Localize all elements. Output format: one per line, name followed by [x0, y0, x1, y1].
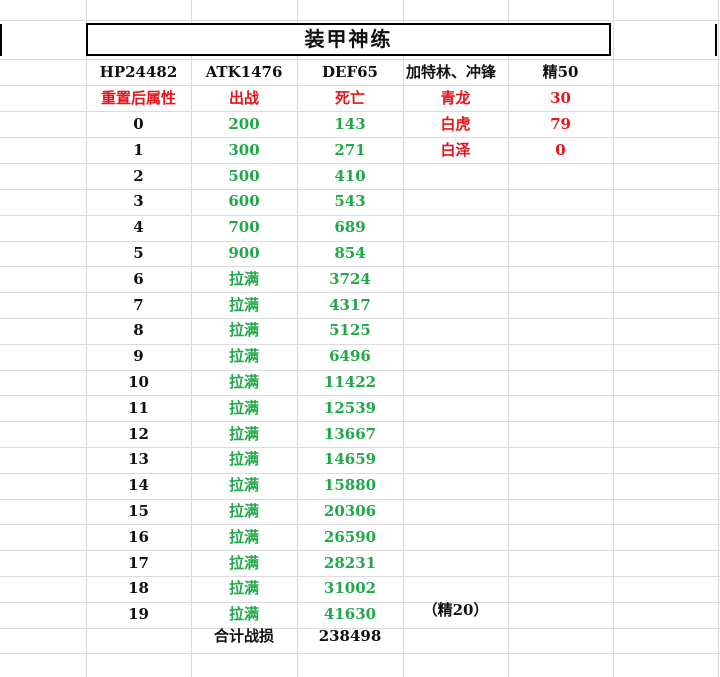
sortie-cell[interactable]: 拉满 [191, 576, 297, 601]
sortie-cell[interactable]: 拉满 [191, 473, 297, 498]
skill-cell[interactable]: 加特林、冲锋 [406, 60, 508, 85]
level-cell[interactable]: 8 [86, 318, 191, 343]
atk-cell[interactable]: ATK1476 [191, 60, 297, 85]
level-cell[interactable]: 17 [86, 551, 191, 576]
death-cell[interactable]: 13667 [297, 422, 403, 447]
sheet-title[interactable]: 装甲神练 [86, 23, 611, 56]
death-cell[interactable]: 410 [297, 164, 403, 189]
hp-cell[interactable]: HP24482 [86, 60, 191, 85]
level-cell[interactable]: 1 [86, 138, 191, 163]
sortie-cell[interactable]: 拉满 [191, 422, 297, 447]
reset-attr-label[interactable]: 重置后属性 [86, 86, 191, 111]
sortie-cell[interactable]: 200 [191, 112, 297, 137]
death-cell[interactable]: 31002 [297, 576, 403, 601]
baihu-value[interactable]: 79 [508, 112, 613, 137]
baize-value[interactable]: 0 [508, 138, 613, 163]
def-cell[interactable]: DEF65 [297, 60, 403, 85]
level-cell[interactable]: 6 [86, 267, 191, 292]
essence-cell[interactable]: 精50 [508, 60, 613, 85]
level-cell[interactable]: 0 [86, 112, 191, 137]
death-cell[interactable]: 11422 [297, 370, 403, 395]
note-cell[interactable]: （精20） [403, 598, 508, 623]
sortie-cell[interactable]: 拉满 [191, 525, 297, 550]
spreadsheet: 装甲神练 HP24482 ATK1476 DEF65 加特林、冲锋 精50 重置… [0, 0, 720, 677]
sortie-cell[interactable]: 300 [191, 138, 297, 163]
sortie-cell[interactable]: 拉满 [191, 344, 297, 369]
level-cell[interactable]: 12 [86, 422, 191, 447]
sortie-cell[interactable]: 拉满 [191, 370, 297, 395]
death-label[interactable]: 死亡 [297, 86, 403, 111]
sortie-cell[interactable]: 500 [191, 164, 297, 189]
grid-row-line [0, 20, 720, 21]
death-cell[interactable]: 5125 [297, 318, 403, 343]
baize-label[interactable]: 白泽 [403, 138, 508, 163]
level-cell[interactable]: 10 [86, 370, 191, 395]
level-cell[interactable]: 15 [86, 499, 191, 524]
qinglong-label[interactable]: 青龙 [403, 86, 508, 111]
sortie-cell[interactable]: 拉满 [191, 293, 297, 318]
level-cell[interactable]: 3 [86, 189, 191, 214]
level-cell[interactable]: 2 [86, 164, 191, 189]
death-cell[interactable]: 28231 [297, 551, 403, 576]
level-cell[interactable]: 14 [86, 473, 191, 498]
total-value[interactable]: 238498 [297, 624, 403, 649]
level-cell[interactable]: 7 [86, 293, 191, 318]
death-cell[interactable]: 14659 [297, 447, 403, 472]
qinglong-value[interactable]: 30 [508, 86, 613, 111]
sortie-cell[interactable]: 拉满 [191, 318, 297, 343]
level-cell[interactable]: 13 [86, 447, 191, 472]
sortie-cell[interactable]: 拉满 [191, 499, 297, 524]
death-cell[interactable]: 543 [297, 189, 403, 214]
border-mark [715, 24, 717, 56]
total-label[interactable]: 合计战损 [191, 624, 297, 649]
death-cell[interactable]: 689 [297, 215, 403, 240]
sortie-cell[interactable]: 拉满 [191, 267, 297, 292]
death-cell[interactable]: 12539 [297, 396, 403, 421]
sortie-cell[interactable]: 700 [191, 215, 297, 240]
border-mark [0, 24, 2, 56]
level-cell[interactable]: 19 [86, 602, 191, 627]
death-cell[interactable]: 3724 [297, 267, 403, 292]
death-cell[interactable]: 20306 [297, 499, 403, 524]
death-cell[interactable]: 15880 [297, 473, 403, 498]
death-cell[interactable]: 271 [297, 138, 403, 163]
sortie-cell[interactable]: 拉满 [191, 396, 297, 421]
death-cell[interactable]: 854 [297, 241, 403, 266]
level-cell[interactable]: 9 [86, 344, 191, 369]
level-cell[interactable]: 4 [86, 215, 191, 240]
level-cell[interactable]: 18 [86, 576, 191, 601]
sortie-cell[interactable]: 拉满 [191, 551, 297, 576]
level-cell[interactable]: 5 [86, 241, 191, 266]
sortie-cell[interactable]: 拉满 [191, 447, 297, 472]
level-cell[interactable]: 11 [86, 396, 191, 421]
sortie-label[interactable]: 出战 [191, 86, 297, 111]
sortie-cell[interactable]: 600 [191, 189, 297, 214]
grid-row-line [0, 653, 720, 654]
level-cell[interactable]: 16 [86, 525, 191, 550]
death-cell[interactable]: 6496 [297, 344, 403, 369]
death-cell[interactable]: 4317 [297, 293, 403, 318]
baihu-label[interactable]: 白虎 [403, 112, 508, 137]
death-cell[interactable]: 26590 [297, 525, 403, 550]
sortie-cell[interactable]: 900 [191, 241, 297, 266]
death-cell[interactable]: 143 [297, 112, 403, 137]
